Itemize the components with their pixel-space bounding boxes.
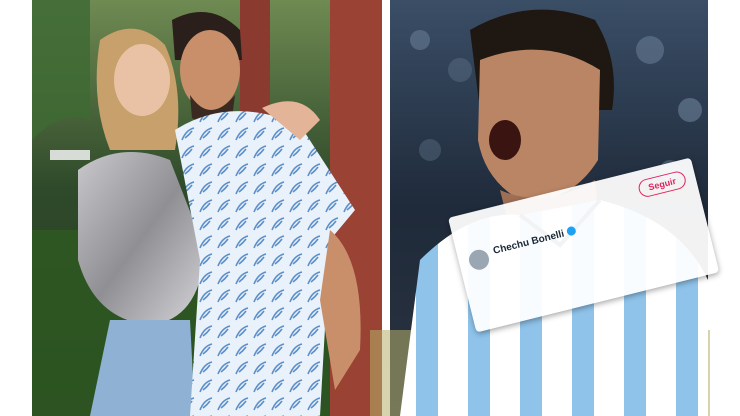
couple-photo (32, 0, 382, 416)
tweet-author-name: Chechu Bonelli (492, 228, 566, 257)
man-face (180, 30, 240, 110)
follow-button[interactable]: Seguir (636, 169, 688, 199)
tweet-body (475, 228, 698, 284)
player-open-mouth (489, 120, 521, 160)
woman-face (114, 44, 170, 116)
garden-chair (50, 150, 90, 160)
avatar (466, 247, 492, 272)
verified-badge-icon (565, 225, 577, 237)
tweet-author-row: Chechu Bonelli (492, 225, 577, 257)
